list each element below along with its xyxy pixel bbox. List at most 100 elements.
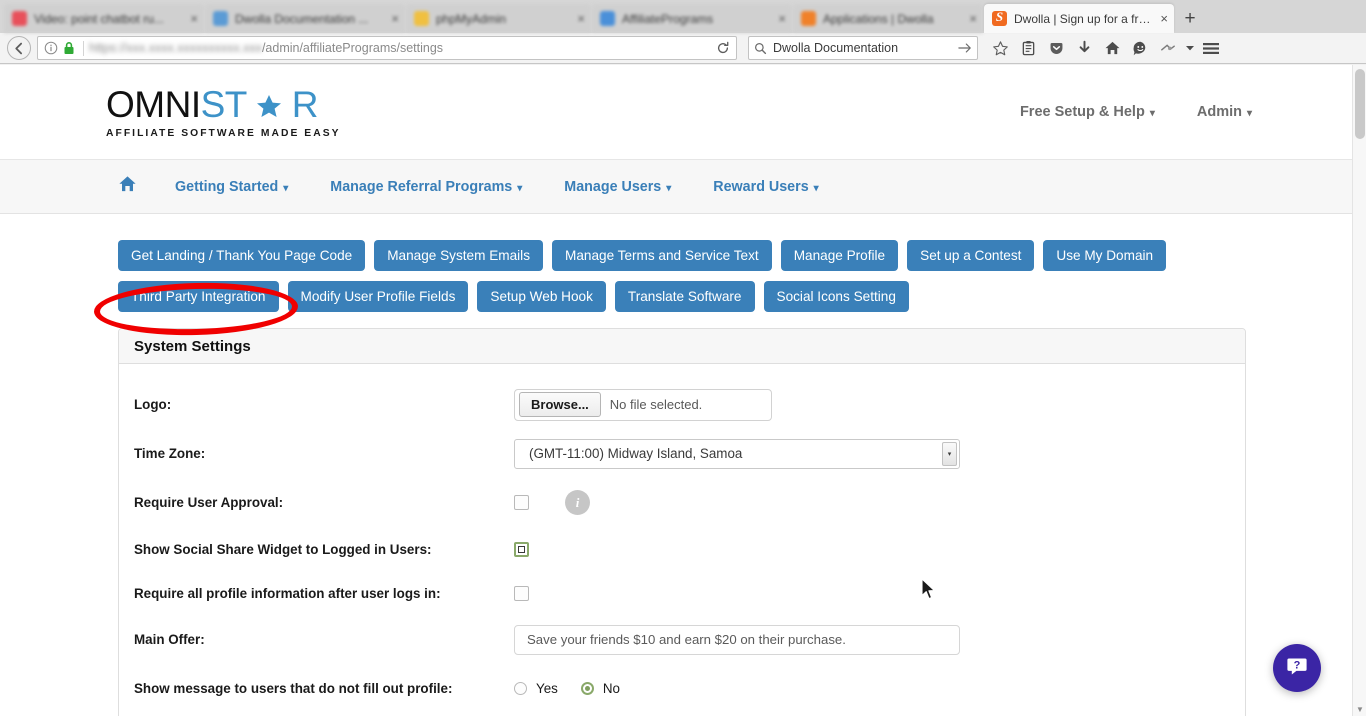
url-divider: [83, 40, 84, 56]
pocket-icon[interactable]: [1043, 35, 1069, 61]
field-label-require-user-approval: Require User Approval:: [134, 495, 284, 510]
close-icon[interactable]: ×: [778, 12, 786, 25]
require-profile-info-checkbox[interactable]: [514, 585, 529, 601]
radio-label-no: No: [602, 681, 620, 696]
scroll-down-arrow-icon[interactable]: ▼: [1356, 705, 1364, 714]
header-nav-label: Free Setup & Help: [1019, 104, 1145, 120]
radio-dot-icon: [584, 686, 590, 691]
button-use-my-domain[interactable]: Use My Domain: [1043, 240, 1167, 271]
close-icon[interactable]: ×: [190, 12, 198, 25]
tab-title: Applications | Dwolla: [823, 11, 934, 26]
browser-tab-2[interactable]: Dwolla Documentation ... ×: [205, 4, 405, 33]
header-nav-free-setup-help[interactable]: Free Setup & Help ▾: [1020, 104, 1155, 120]
address-bar[interactable]: https://xxx.xxxx.xxxxxxxxxx.xxx /admin/a…: [37, 36, 737, 60]
header-nav-label: Admin: [1196, 104, 1242, 120]
button-manage-terms-and-service-text[interactable]: Manage Terms and Service Text: [552, 240, 772, 271]
page-scrollbar[interactable]: ▲ ▼: [1352, 65, 1366, 716]
page-viewport: OMNIST R AFFILIATE SOFTWARE MADE EASY Fr…: [0, 65, 1352, 716]
button-setup-web-hook[interactable]: Setup Web Hook: [477, 281, 606, 312]
search-icon: [754, 42, 767, 55]
button-get-landing-thank-you-page-code[interactable]: Get Landing / Thank You Page Code: [118, 240, 366, 271]
button-translate-software[interactable]: Translate Software: [614, 281, 755, 312]
feedback-smiley-icon[interactable]: [1127, 35, 1153, 61]
browser-tab-1[interactable]: Video: point chatbot ru... ×: [4, 4, 204, 33]
favicon-icon: [414, 11, 429, 26]
favicon-icon: [600, 11, 615, 26]
close-icon[interactable]: ×: [1160, 12, 1168, 25]
back-arrow-icon: [7, 36, 31, 60]
nav-item-reward-users[interactable]: Reward Users ▾: [713, 179, 818, 195]
logo-file-input[interactable]: Browse... No file selected.: [514, 388, 772, 421]
nav-item-label: Manage Referral Programs: [330, 178, 513, 195]
nav-item-label: Getting Started: [175, 178, 279, 195]
button-set-up-a-contest[interactable]: Set up a Contest: [907, 240, 1035, 271]
button-modify-user-profile-fields[interactable]: Modify User Profile Fields: [287, 281, 469, 312]
show-social-share-checkbox[interactable]: [514, 541, 529, 557]
browser-tab-5[interactable]: Applications | Dwolla ×: [793, 4, 983, 33]
nav-item-manage-referral-programs[interactable]: Manage Referral Programs ▾: [330, 179, 522, 195]
home-icon[interactable]: [1099, 35, 1125, 61]
field-label-show-message-profile: Show message to users that do not fill o…: [134, 681, 453, 696]
omnistar-logo[interactable]: OMNIST R AFFILIATE SOFTWARE MADE EASY: [106, 86, 341, 139]
reload-icon[interactable]: [716, 41, 730, 55]
chevron-down-icon[interactable]: [1183, 35, 1196, 61]
browser-tab-3[interactable]: phpMyAdmin ×: [406, 4, 591, 33]
search-input[interactable]: Dwolla Documentation: [773, 41, 958, 55]
close-icon[interactable]: ×: [577, 12, 585, 25]
browser-tab-4[interactable]: AffiliatePrograms ×: [592, 4, 792, 33]
home-icon[interactable]: [118, 175, 137, 198]
require-user-approval-checkbox[interactable]: [514, 495, 529, 510]
close-icon[interactable]: ×: [969, 12, 977, 25]
radio-no[interactable]: [580, 682, 594, 695]
main-offer-input[interactable]: Save your friends $10 and earn $20 on th…: [514, 624, 960, 655]
chevron-down-icon[interactable]: ▾: [942, 441, 957, 466]
bookmark-star-icon[interactable]: [987, 35, 1013, 61]
chevron-down-icon: ▾: [1149, 108, 1155, 119]
radio-yes[interactable]: [514, 682, 527, 695]
panel-body: Logo: Browse... No file selected. Time Z…: [119, 364, 1245, 716]
button-social-icons-setting[interactable]: Social Icons Setting: [763, 281, 909, 312]
nav-item-manage-users[interactable]: Manage Users ▾: [564, 179, 671, 195]
field-row-require-user-approval: Require User Approval: i: [119, 478, 1245, 527]
button-manage-profile[interactable]: Manage Profile: [780, 240, 899, 271]
page-info-icon[interactable]: [42, 41, 60, 55]
hamburger-menu-icon[interactable]: [1198, 35, 1224, 61]
logo-omni-text: OMNI: [106, 83, 201, 125]
tab-title: phpMyAdmin: [436, 11, 507, 26]
new-tab-button[interactable]: +: [1175, 4, 1205, 33]
button-manage-system-emails[interactable]: Manage System Emails: [374, 240, 543, 271]
chevron-down-icon: ▾: [1246, 108, 1252, 119]
browser-tabstrip: Video: point chatbot ru... × Dwolla Docu…: [0, 0, 1366, 33]
chevron-down-icon: ▾: [666, 182, 672, 194]
site-header: OMNIST R AFFILIATE SOFTWARE MADE EASY Fr…: [0, 65, 1352, 160]
scrollbar-thumb[interactable]: [1355, 69, 1365, 139]
back-button[interactable]: [6, 35, 32, 61]
file-status-text: No file selected.: [609, 397, 703, 412]
checkmark-icon: [518, 545, 525, 553]
field-row-require-profile-info: Require all profile information after us…: [119, 571, 1245, 615]
field-label-show-social-share: Show Social Share Widget to Logged in Us…: [134, 541, 432, 557]
download-arrow-icon[interactable]: [1071, 35, 1097, 61]
mouse-cursor: [921, 578, 937, 606]
reader-view-icon[interactable]: [1015, 35, 1041, 61]
extension-icon[interactable]: [1155, 35, 1181, 61]
action-button-row-1: Get Landing / Thank You Page Code Manage…: [118, 240, 1352, 271]
action-button-row-2: Third Party Integration Modify User Prof…: [118, 281, 1352, 312]
browser-tab-active[interactable]: Dwolla | Sign up for a fre... ×: [984, 4, 1174, 33]
nav-item-getting-started[interactable]: Getting Started ▾: [175, 179, 288, 195]
panel-header: System Settings: [119, 329, 1245, 364]
info-icon[interactable]: i: [565, 490, 590, 515]
help-chat-button[interactable]: ?: [1273, 644, 1321, 692]
search-go-icon[interactable]: [958, 42, 972, 54]
logo-r-text: R: [291, 83, 319, 125]
favicon-icon: [992, 9, 1007, 26]
browse-button[interactable]: Browse...: [519, 392, 601, 417]
field-row-show-social-share: Show Social Share Widget to Logged in Us…: [119, 527, 1245, 571]
timezone-select[interactable]: (GMT-11:00) Midway Island, Samoa ▾: [514, 438, 960, 469]
button-third-party-integration[interactable]: Third Party Integration: [118, 281, 279, 312]
search-bar[interactable]: Dwolla Documentation: [748, 36, 978, 60]
header-nav-admin[interactable]: Admin ▾: [1197, 104, 1252, 120]
timezone-selected-value: (GMT-11:00) Midway Island, Samoa: [529, 446, 743, 461]
close-icon[interactable]: ×: [391, 12, 399, 25]
tab-title: Dwolla | Sign up for a fre...: [1014, 11, 1155, 26]
